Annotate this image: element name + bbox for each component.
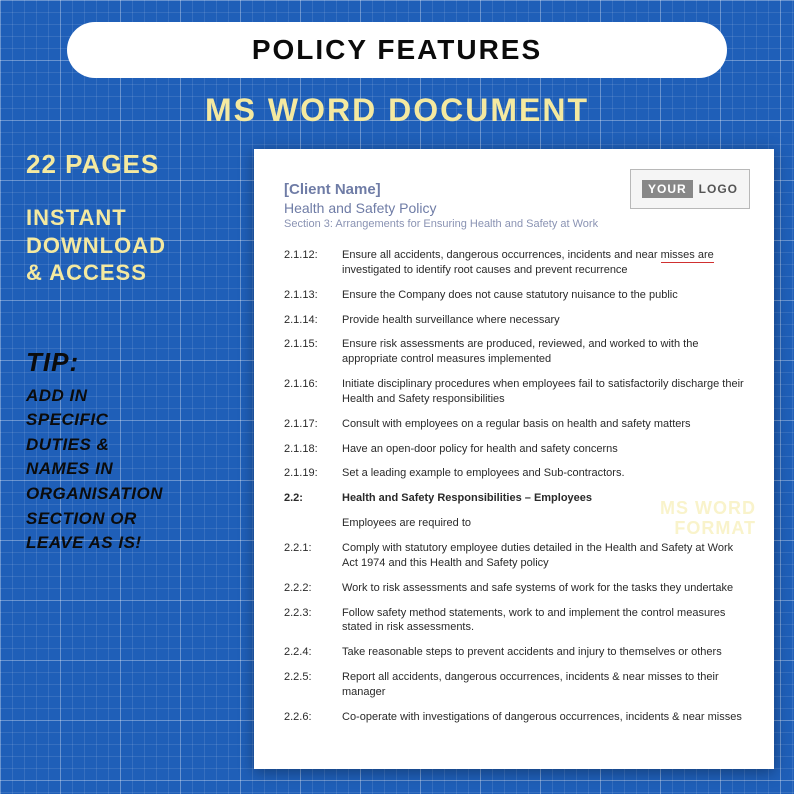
pill-text: POLICY FEATURES [252,34,542,65]
policy-item: 2.1.13: Ensure the Company does not cause… [284,288,744,303]
policy-item: 2.2.5: Report all accidents, dangerous oc… [284,670,744,700]
item-text: Report all accidents, dangerous occurren… [342,670,744,700]
item-text: Ensure risk assessments are produced, re… [342,337,744,367]
columns: 22 PAGES INSTANT DOWNLOAD & ACCESS TIP: … [26,149,768,769]
item-text: Follow safety method statements, work to… [342,606,744,636]
item-number: 2.1.14: [284,313,328,328]
document-page: YOUR LOGO [Client Name] Health and Safet… [254,149,774,769]
sidebar: 22 PAGES INSTANT DOWNLOAD & ACCESS TIP: … [26,149,236,769]
promo-canvas: POLICY FEATURES MS WORD DOCUMENT 22 PAGE… [0,0,794,794]
doc-section: Section 3: Arrangements for Ensuring Hea… [284,218,744,230]
policy-item: 2.2.2: Work to risk assessments and safe … [284,581,744,596]
item-list-1: 2.1.12: Ensure all accidents, dangerous o… [284,248,744,481]
item-text: Have an open-door policy for health and … [342,442,744,457]
item-number: 2.2.4: [284,645,328,660]
policy-item: 2.2.1: Comply with statutory employee dut… [284,541,744,571]
policy-item: 2.1.15: Ensure risk assessments are produ… [284,337,744,367]
item-number: 2.2.5: [284,670,328,700]
item-number: 2.1.17: [284,417,328,432]
policy-item: 2.1.16: Initiate disciplinary procedures … [284,377,744,407]
page-count: 22 PAGES [26,149,236,180]
item-number: 2.2.6: [284,710,328,725]
item-number: 2.1.18: [284,442,328,457]
item-list-2: 2.2.1: Comply with statutory employee dut… [284,541,744,725]
policy-item: 2.2.4: Take reasonable steps to prevent a… [284,645,744,660]
logo-logo: LOGO [699,182,738,196]
document-wrap: YOUR LOGO [Client Name] Health and Safet… [254,149,774,769]
sec2-intro: Employees are required to [342,516,744,531]
section-2-header: 2.2: Health and Safety Responsibilities … [284,491,744,531]
item-number: 2.2.1: [284,541,328,571]
item-number: 2.1.12: [284,248,328,278]
item-text: Co-operate with investigations of danger… [342,710,744,725]
feature-pill: POLICY FEATURES [67,22,727,78]
item-text: Take reasonable steps to prevent acciden… [342,645,744,660]
instant-access: INSTANT DOWNLOAD & ACCESS [26,204,236,287]
item-number: 2.1.15: [284,337,328,367]
item-number: 2.1.16: [284,377,328,407]
sec2-num: 2.2: [284,491,328,506]
item-number: 2.2.3: [284,606,328,636]
policy-item: 2.1.19: Set a leading example to employee… [284,466,744,481]
item-text: Comply with statutory employee duties de… [342,541,744,571]
tip-body: ADD IN SPECIFIC DUTIES & NAMES IN ORGANI… [26,384,236,556]
policy-item: 2.1.18: Have an open-door policy for heal… [284,442,744,457]
item-number: 2.2.2: [284,581,328,596]
item-text: Ensure all accidents, dangerous occurren… [342,248,744,278]
item-text: Consult with employees on a regular basi… [342,417,744,432]
item-text: Initiate disciplinary procedures when em… [342,377,744,407]
policy-item: 2.2.6: Co-operate with investigations of … [284,710,744,725]
policy-item: 2.1.14: Provide health surveillance where… [284,313,744,328]
item-text: Ensure the Company does not cause statut… [342,288,744,303]
item-text: Provide health surveillance where necess… [342,313,744,328]
sec2-title: Health and Safety Responsibilities – Emp… [342,491,744,506]
item-text: Set a leading example to employees and S… [342,466,744,481]
tip-heading: TIP: [26,347,236,378]
policy-item: 2.1.17: Consult with employees on a regul… [284,417,744,432]
item-number: 2.1.19: [284,466,328,481]
logo-your: YOUR [642,180,693,198]
policy-item: 2.2.3: Follow safety method statements, w… [284,606,744,636]
item-number: 2.1.13: [284,288,328,303]
logo-placeholder: YOUR LOGO [630,169,750,209]
spellcheck-underline: misses are [661,249,714,263]
subtitle: MS WORD DOCUMENT [26,92,768,129]
item-text: Work to risk assessments and safe system… [342,581,744,596]
policy-item: 2.1.12: Ensure all accidents, dangerous o… [284,248,744,278]
